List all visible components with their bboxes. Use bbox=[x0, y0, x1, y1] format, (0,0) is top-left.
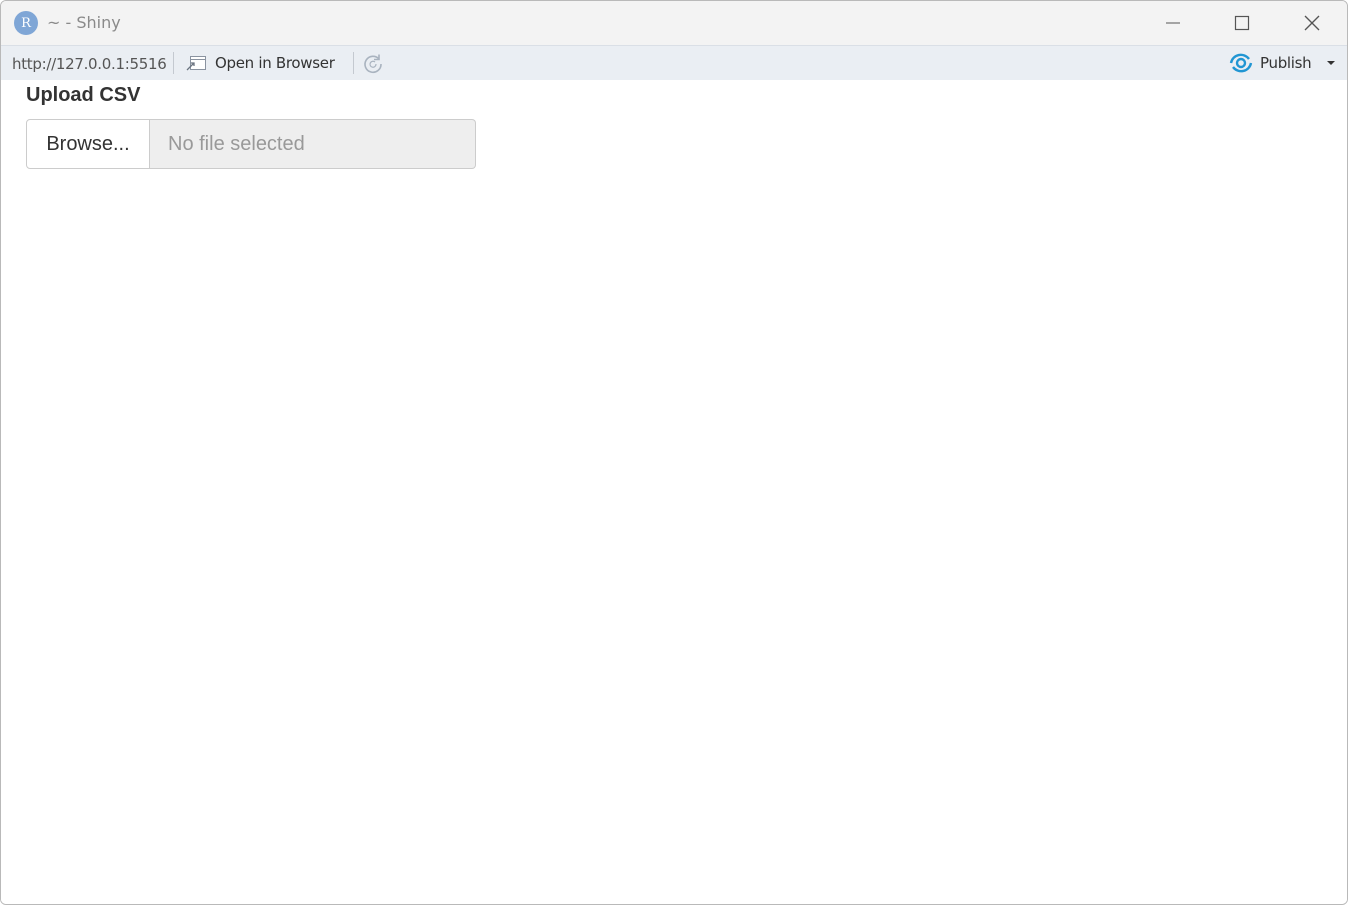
app-icon-letter: R bbox=[21, 15, 31, 31]
file-name-field: No file selected bbox=[150, 119, 476, 169]
refresh-icon bbox=[364, 54, 382, 74]
open-in-browser-icon bbox=[185, 54, 207, 72]
r-app-icon: R bbox=[14, 11, 38, 35]
close-button[interactable] bbox=[1280, 1, 1344, 45]
maximize-icon bbox=[1234, 15, 1250, 31]
viewer-toolbar: http://127.0.0.1:5516 Open in Browser Pu… bbox=[1, 45, 1347, 81]
title-bar[interactable]: R ~ - Shiny bbox=[1, 1, 1347, 45]
caret-down-icon bbox=[1327, 61, 1335, 65]
refresh-button[interactable] bbox=[361, 52, 385, 74]
publish-icon bbox=[1229, 53, 1253, 73]
window-title: ~ - Shiny bbox=[47, 13, 121, 32]
close-icon bbox=[1304, 15, 1320, 31]
url-label: http://127.0.0.1:5516 bbox=[12, 55, 167, 73]
file-input[interactable]: Browse... No file selected bbox=[26, 119, 476, 169]
publish-button[interactable]: Publish bbox=[1229, 52, 1312, 74]
minimize-icon bbox=[1166, 22, 1180, 24]
publish-menu-button[interactable] bbox=[1321, 52, 1341, 74]
publish-label: Publish bbox=[1260, 54, 1312, 72]
minimize-button[interactable] bbox=[1141, 1, 1205, 45]
toolbar-separator bbox=[173, 52, 174, 74]
open-in-browser-label: Open in Browser bbox=[215, 54, 335, 72]
toolbar-separator bbox=[353, 52, 354, 74]
browse-button[interactable]: Browse... bbox=[26, 119, 150, 169]
shiny-app-content: Upload CSV Browse... No file selected bbox=[1, 80, 1347, 904]
open-in-browser-button[interactable]: Open in Browser bbox=[185, 52, 335, 74]
shiny-window: R ~ - Shiny http://127.0.0.1:5516 Open i… bbox=[0, 0, 1348, 905]
upload-csv-label: Upload CSV bbox=[26, 84, 141, 106]
maximize-button[interactable] bbox=[1210, 1, 1274, 45]
